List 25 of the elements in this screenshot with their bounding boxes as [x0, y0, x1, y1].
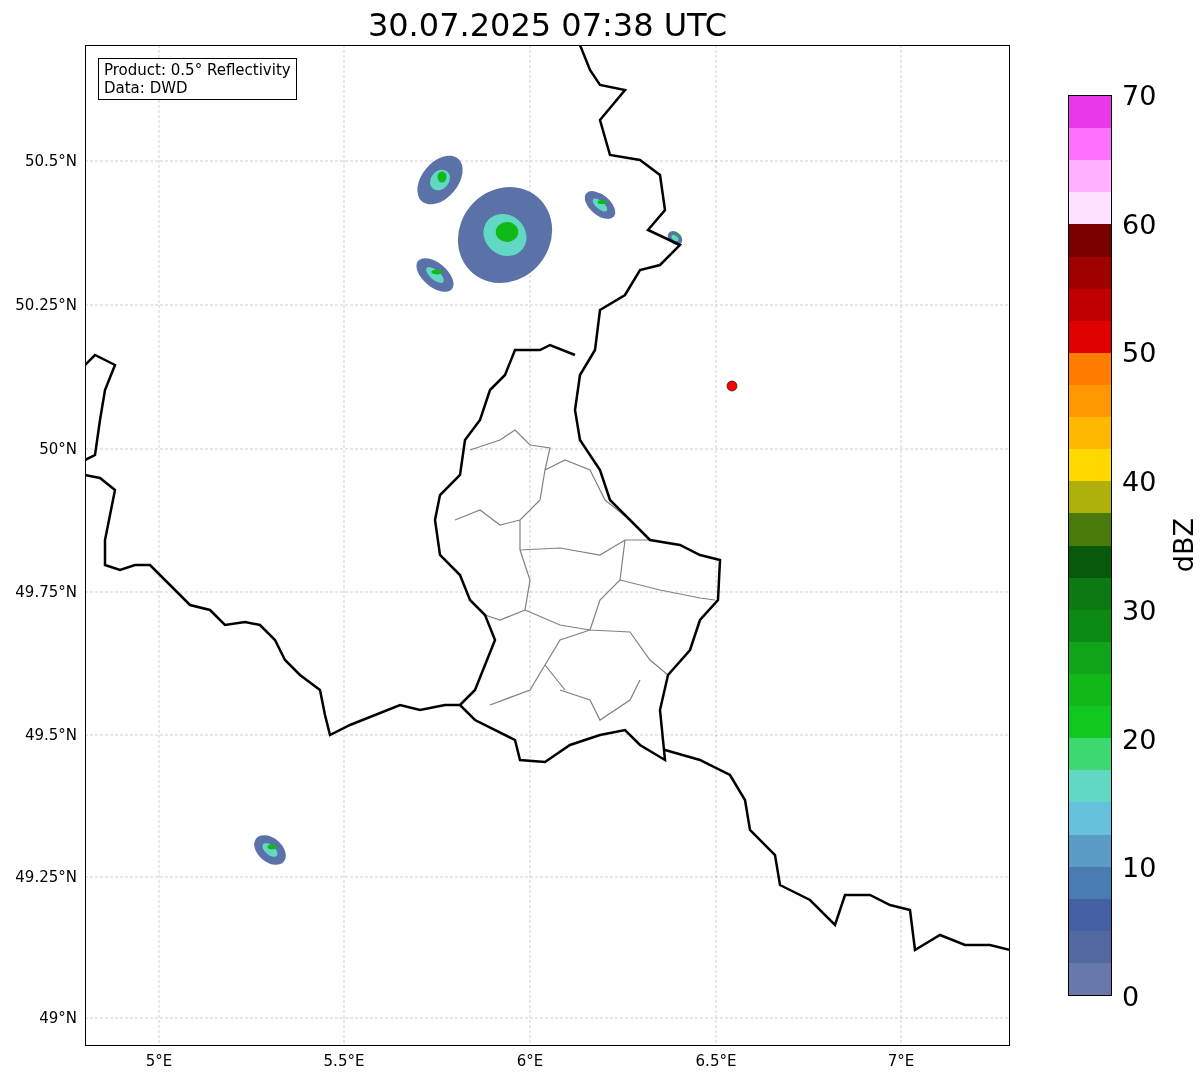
longitude-label: 6°E: [516, 1052, 544, 1070]
longitude-label: 6.5°E: [695, 1052, 737, 1070]
longitude-label: 5°E: [145, 1052, 173, 1070]
scale-tick-label: 50: [1122, 336, 1157, 368]
latitude-label: 50.25°N: [15, 296, 77, 314]
scale-tick-label: 40: [1122, 465, 1157, 497]
scale-tick-label: 60: [1122, 208, 1157, 240]
location-marker: [726, 380, 738, 392]
scale-tick-label: 20: [1122, 723, 1157, 755]
longitude-label: 5.5°E: [323, 1052, 365, 1070]
scale-tick-label: 10: [1122, 851, 1157, 883]
latitude-label: 50°N: [39, 440, 77, 458]
scale-tick-label: 70: [1122, 79, 1157, 111]
longitude-label: 7°E: [887, 1052, 915, 1070]
latitude-label: 49.5°N: [24, 726, 77, 744]
latitude-label: 49.75°N: [15, 583, 77, 601]
latitude-label: 49°N: [39, 1009, 77, 1027]
info-text: Product: 0.5° Reflectivity: [104, 61, 291, 79]
latitude-label: 50.5°N: [24, 152, 77, 170]
scale-unit-label: dBZ: [1168, 518, 1200, 573]
scale-tick-label: 30: [1122, 594, 1157, 626]
info-text: Data: DWD: [104, 79, 189, 97]
latitude-label: 49.25°N: [15, 868, 77, 886]
chart-title: 30.07.2025 07:38 UTC: [367, 5, 728, 45]
scale-tick-label: 0: [1122, 980, 1140, 1012]
